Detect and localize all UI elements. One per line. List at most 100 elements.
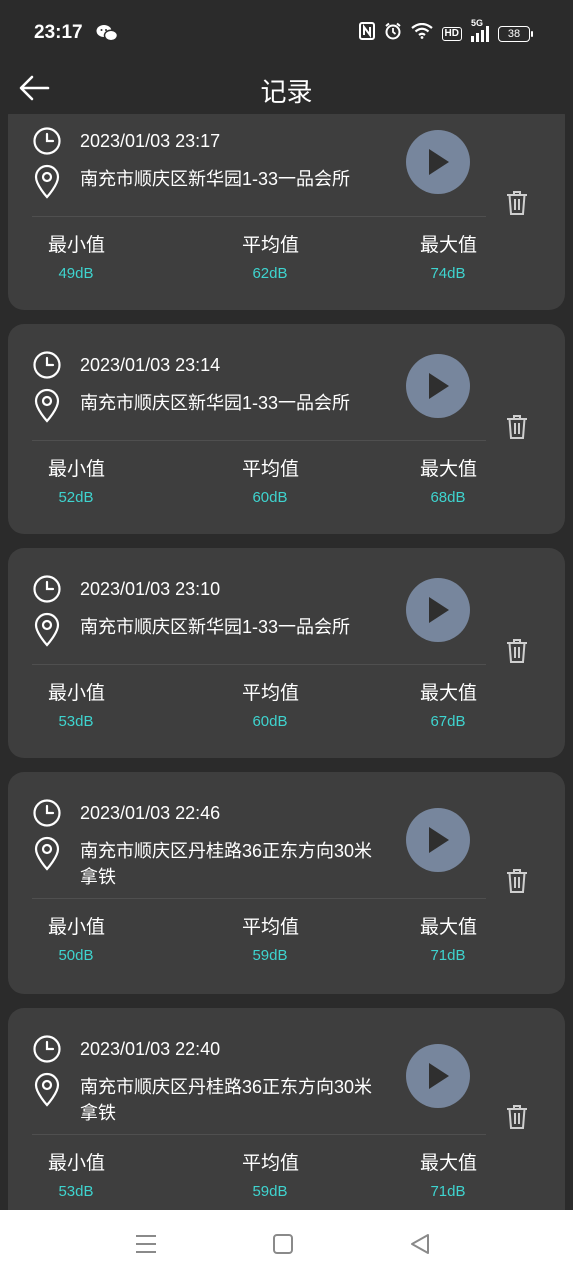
stat-max-value: 67dB <box>430 713 466 730</box>
stat-max-value: 68dB <box>430 489 466 506</box>
record-location-row: 南充市顺庆区丹桂路36正东方向30米拿铁 <box>32 1072 380 1126</box>
delete-button[interactable] <box>505 1104 529 1135</box>
clock-icon <box>33 575 61 603</box>
stat-min: 最小值 52dB <box>48 454 105 506</box>
record-card[interactable]: 2023/01/03 23:17 南充市顺庆区新华园1-33一品会所 最小值 4… <box>8 114 565 310</box>
record-card[interactable]: 2023/01/03 22:40 南充市顺庆区丹桂路36正东方向30米拿铁 最小… <box>8 1008 565 1210</box>
battery-level: 38 <box>498 25 530 42</box>
stat-max: 最大值 74dB <box>420 230 478 282</box>
record-time-row: 2023/01/03 22:46 <box>32 798 220 828</box>
divider <box>32 664 486 665</box>
stat-avg-label: 平均值 <box>242 235 300 256</box>
stat-max-label: 最大值 <box>420 683 478 704</box>
wechat-icon <box>96 24 119 47</box>
record-location-row: 南充市顺庆区新华园1-33一品会所 <box>32 388 380 424</box>
stat-avg-label: 平均值 <box>242 683 300 704</box>
divider <box>32 440 486 441</box>
stat-min-label: 最小值 <box>48 1153 106 1174</box>
clock-icon <box>33 127 61 155</box>
location-pin-icon <box>34 1072 60 1107</box>
stat-min: 最小值 53dB <box>48 1148 106 1200</box>
record-card[interactable]: 2023/01/03 23:14 南充市顺庆区新华园1-33一品会所 最小值 5… <box>8 324 565 534</box>
stat-avg: 平均值 59dB <box>242 912 299 964</box>
location-pin-icon <box>34 388 60 423</box>
alarm-icon <box>384 22 402 45</box>
record-location-row: 南充市顺庆区丹桂路36正东方向30米拿铁 <box>32 836 380 890</box>
record-location-row: 南充市顺庆区新华园1-33一品会所 <box>32 612 380 648</box>
stat-min-value: 53dB <box>58 1183 94 1200</box>
nfc-icon <box>358 22 375 45</box>
play-icon <box>429 373 449 399</box>
stat-avg-label: 平均值 <box>242 459 300 480</box>
trash-icon <box>507 869 527 893</box>
stat-min: 最小值 50dB <box>48 912 105 964</box>
delete-button[interactable] <box>505 638 529 669</box>
record-card[interactable]: 2023/01/03 23:10 南充市顺庆区新华园1-33一品会所 最小值 5… <box>8 548 565 758</box>
record-time-row: 2023/01/03 23:14 <box>32 350 220 380</box>
nav-back-button[interactable] <box>408 1232 432 1261</box>
system-nav-bar <box>0 1210 573 1280</box>
record-location: 南充市顺庆区丹桂路36正东方向30米拿铁 <box>80 1077 373 1123</box>
menu-button[interactable] <box>134 1232 158 1261</box>
delete-button[interactable] <box>505 868 529 899</box>
record-location: 南充市顺庆区丹桂路36正东方向30米拿铁 <box>80 841 373 887</box>
play-icon <box>429 827 449 853</box>
record-time-row: 2023/01/03 23:17 <box>32 126 220 156</box>
stat-max: 最大值 71dB <box>420 1148 478 1200</box>
hd-badge: HD <box>441 26 462 41</box>
record-datetime: 2023/01/03 23:14 <box>80 354 221 375</box>
record-card[interactable]: 2023/01/03 22:46 南充市顺庆区丹桂路36正东方向30米拿铁 最小… <box>8 772 565 994</box>
stat-max: 最大值 68dB <box>420 454 478 506</box>
stat-min-value: 50dB <box>58 947 94 964</box>
delete-button[interactable] <box>505 190 529 221</box>
stat-avg: 平均值 59dB <box>242 1148 300 1200</box>
record-location: 南充市顺庆区新华园1-33一品会所 <box>80 169 351 189</box>
play-button[interactable] <box>406 130 470 194</box>
location-pin-icon <box>34 164 60 199</box>
clock-icon <box>33 799 61 827</box>
stat-min-label: 最小值 <box>48 235 106 256</box>
trash-icon <box>507 191 527 215</box>
stat-min-label: 最小值 <box>48 683 106 704</box>
play-button[interactable] <box>406 808 470 872</box>
record-datetime: 2023/01/03 23:17 <box>80 130 221 151</box>
network-type: 5G <box>471 17 484 28</box>
location-pin-icon <box>34 612 60 647</box>
trash-icon <box>507 415 527 439</box>
stat-max-label: 最大值 <box>420 1153 478 1174</box>
menu-icon <box>136 1235 156 1253</box>
record-location-row: 南充市顺庆区新华园1-33一品会所 <box>32 164 380 200</box>
delete-button[interactable] <box>505 414 529 445</box>
stat-max-value: 71dB <box>430 1183 466 1200</box>
status-bar: 23:17 HD 5G 38 <box>0 0 573 62</box>
location-pin-icon <box>34 836 60 871</box>
play-button[interactable] <box>406 354 470 418</box>
stat-max-value: 74dB <box>430 265 466 282</box>
play-icon <box>429 149 449 175</box>
trash-icon <box>507 1105 527 1129</box>
stat-max-label: 最大值 <box>420 459 478 480</box>
stat-max-label: 最大值 <box>420 235 478 256</box>
stat-avg: 平均值 60dB <box>242 454 300 506</box>
home-square-icon <box>273 1234 293 1254</box>
play-button[interactable] <box>406 578 470 642</box>
play-icon <box>429 597 449 623</box>
home-button[interactable] <box>272 1232 294 1261</box>
clock-icon <box>33 1035 61 1063</box>
stat-avg: 平均值 62dB <box>242 230 300 282</box>
stat-avg-value: 60dB <box>252 489 288 506</box>
record-datetime: 2023/01/03 23:10 <box>80 578 221 599</box>
trash-icon <box>507 639 527 663</box>
record-time-row: 2023/01/03 23:10 <box>32 574 220 604</box>
record-location: 南充市顺庆区新华园1-33一品会所 <box>80 393 351 413</box>
divider <box>32 898 486 899</box>
stat-max-value: 71dB <box>430 947 466 964</box>
record-time-row: 2023/01/03 22:40 <box>32 1034 220 1064</box>
record-list[interactable]: 2023/01/03 23:17 南充市顺庆区新华园1-33一品会所 最小值 4… <box>0 114 573 1210</box>
stat-min-value: 53dB <box>58 713 94 730</box>
stat-min: 最小值 53dB <box>48 678 106 730</box>
stat-avg-value: 59dB <box>252 1183 288 1200</box>
clock-icon <box>33 351 61 379</box>
stat-avg-label: 平均值 <box>242 1153 300 1174</box>
play-button[interactable] <box>406 1044 470 1108</box>
